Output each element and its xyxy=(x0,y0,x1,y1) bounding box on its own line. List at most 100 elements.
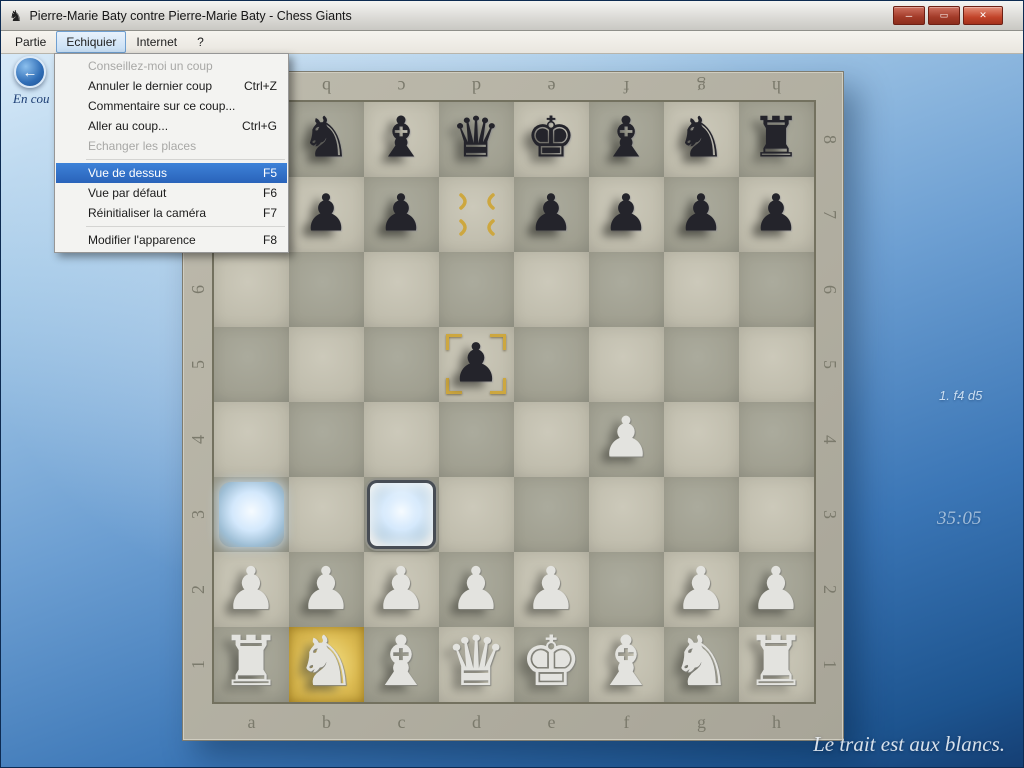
square-g3[interactable] xyxy=(664,477,739,552)
square-c5[interactable] xyxy=(364,327,439,402)
back-arrow-icon: ← xyxy=(23,64,38,81)
menu-item-vue-par-d-faut[interactable]: Vue par défautF6 xyxy=(56,183,287,203)
menu-internet[interactable]: Internet xyxy=(126,31,187,53)
file-label-b: b xyxy=(289,74,364,100)
piece-white-king-e1[interactable]: ♚ xyxy=(520,628,582,697)
maximize-button[interactable]: ▭ xyxy=(928,6,960,25)
file-label-d: d xyxy=(439,74,514,100)
chess-board[interactable]: ♜♞♝♛♚♝♞♜♟♟♟♟♟♟♟♟♟♟♟♟♟♟♟♟♜♞♝♛♚♝♞♜ xyxy=(214,102,814,702)
menu-partie[interactable]: Partie xyxy=(5,31,56,53)
square-f2[interactable] xyxy=(589,552,664,627)
menu-item-label: Vue de dessus xyxy=(88,166,167,180)
piece-white-pawn-d2[interactable]: ♟ xyxy=(450,559,503,618)
square-c6[interactable] xyxy=(364,252,439,327)
rank-label-2: 2 xyxy=(792,576,867,603)
menu-help[interactable]: ? xyxy=(187,31,214,53)
menu-separator xyxy=(86,226,285,227)
minimize-button[interactable]: ─ xyxy=(893,6,925,25)
piece-white-pawn-f4[interactable]: ♟ xyxy=(601,411,651,467)
menu-item-label: Conseillez-moi un coup xyxy=(88,59,213,73)
piece-black-king-e8[interactable]: ♚ xyxy=(526,111,576,167)
legal-move-highlight-c3[interactable] xyxy=(367,480,436,549)
file-labels-bottom: abcdefgh xyxy=(214,706,814,738)
back-button-label: En cou xyxy=(13,91,49,107)
piece-white-pawn-a2[interactable]: ♟ xyxy=(225,559,278,618)
piece-black-knight-b8[interactable]: ♞ xyxy=(301,111,351,167)
square-d4[interactable] xyxy=(439,402,514,477)
menu-item-label: Echanger les places xyxy=(88,139,196,153)
file-label-d: d xyxy=(439,706,514,738)
piece-white-pawn-c2[interactable]: ♟ xyxy=(375,559,428,618)
rank-label-5: 5 xyxy=(792,351,867,378)
square-f6[interactable] xyxy=(589,252,664,327)
close-button[interactable]: ✕ xyxy=(963,6,1003,25)
piece-black-pawn-h7[interactable]: ♟ xyxy=(753,188,799,239)
menu-item-conseillez-moi-un-coup[interactable]: Conseillez-moi un coup xyxy=(56,56,287,76)
rank-label-8: 8 xyxy=(792,126,867,153)
piece-black-pawn-f7[interactable]: ♟ xyxy=(603,188,649,239)
menu-item-annuler-le-dernier-coup[interactable]: Annuler le dernier coupCtrl+Z xyxy=(56,76,287,96)
menu-item-shortcut: Ctrl+G xyxy=(224,119,277,133)
piece-white-queen-d1[interactable]: ♛ xyxy=(445,628,507,697)
menu-item-aller-au-coup[interactable]: Aller au coup... Ctrl+G xyxy=(56,116,287,136)
square-e3[interactable] xyxy=(514,477,589,552)
file-labels-top: abcdefgh xyxy=(214,74,814,100)
menu-item-echanger-les-places[interactable]: Echanger les places xyxy=(56,136,287,156)
piece-white-bishop-c1[interactable]: ♝ xyxy=(370,628,432,697)
square-c4[interactable] xyxy=(364,402,439,477)
back-button[interactable]: ← xyxy=(14,56,46,88)
square-e4[interactable] xyxy=(514,402,589,477)
piece-black-bishop-c8[interactable]: ♝ xyxy=(376,111,426,167)
piece-white-pawn-e2[interactable]: ♟ xyxy=(525,559,578,618)
piece-black-pawn-c7[interactable]: ♟ xyxy=(378,188,424,239)
piece-black-pawn-b7[interactable]: ♟ xyxy=(303,188,349,239)
piece-black-queen-d8[interactable]: ♛ xyxy=(451,111,501,167)
square-e5[interactable] xyxy=(514,327,589,402)
piece-black-bishop-f8[interactable]: ♝ xyxy=(601,111,651,167)
piece-white-knight-g1[interactable]: ♞ xyxy=(670,628,732,697)
piece-white-pawn-b2[interactable]: ♟ xyxy=(300,559,353,618)
menu-bar: PartieEchiquierInternet? xyxy=(1,31,1023,54)
piece-black-pawn-e7[interactable]: ♟ xyxy=(528,188,574,239)
file-label-e: e xyxy=(514,706,589,738)
piece-white-pawn-h2[interactable]: ♟ xyxy=(750,559,803,618)
file-label-c: c xyxy=(364,706,439,738)
square-f5[interactable] xyxy=(589,327,664,402)
echiquier-menu-dropdown: Conseillez-moi un coup Annuler le dernier… xyxy=(54,53,289,253)
piece-black-knight-g8[interactable]: ♞ xyxy=(676,111,726,167)
menu-item-modifier-l-apparence[interactable]: Modifier l'apparenceF8 xyxy=(56,230,287,250)
square-d3[interactable] xyxy=(439,477,514,552)
menu-item-label: Vue par défaut xyxy=(88,186,166,200)
square-g5[interactable] xyxy=(664,327,739,402)
file-label-e: e xyxy=(514,74,589,100)
menu-item-r-initialiser-la-cam-ra[interactable]: Réinitialiser la caméraF7 xyxy=(56,203,287,223)
piece-black-rook-h8[interactable]: ♜ xyxy=(751,111,801,167)
square-d6[interactable] xyxy=(439,252,514,327)
menu-echiquier[interactable]: Echiquier xyxy=(56,31,126,53)
square-g6[interactable] xyxy=(664,252,739,327)
app-window: ♞ Pierre-Marie Baty contre Pierre-Marie … xyxy=(0,0,1024,768)
rank-label-6: 6 xyxy=(792,276,867,303)
square-f3[interactable] xyxy=(589,477,664,552)
menu-item-label: Aller au coup... xyxy=(88,119,168,133)
piece-white-rook-h1[interactable]: ♜ xyxy=(745,628,807,697)
piece-white-bishop-f1[interactable]: ♝ xyxy=(595,628,657,697)
square-e6[interactable] xyxy=(514,252,589,327)
menu-item-shortcut: F7 xyxy=(245,206,277,220)
menu-item-commentaire-sur-ce-coup[interactable]: Commentaire sur ce coup... xyxy=(56,96,287,116)
file-label-g: g xyxy=(664,74,739,100)
app-icon: ♞ xyxy=(9,7,22,25)
square-b6[interactable] xyxy=(289,252,364,327)
piece-white-rook-a1[interactable]: ♜ xyxy=(220,628,282,697)
rank-label-3: 3 xyxy=(161,501,236,528)
square-b4[interactable] xyxy=(289,402,364,477)
piece-white-pawn-g2[interactable]: ♟ xyxy=(675,559,728,618)
piece-black-pawn-g7[interactable]: ♟ xyxy=(678,188,724,239)
square-b5[interactable] xyxy=(289,327,364,402)
square-b3[interactable] xyxy=(289,477,364,552)
piece-black-pawn-d5[interactable]: ♟ xyxy=(452,337,500,391)
piece-white-knight-b1[interactable]: ♞ xyxy=(295,628,357,697)
rank-label-5: 5 xyxy=(161,351,236,378)
menu-item-vue-de-dessus[interactable]: Vue de dessusF5 xyxy=(56,163,287,183)
square-g4[interactable] xyxy=(664,402,739,477)
